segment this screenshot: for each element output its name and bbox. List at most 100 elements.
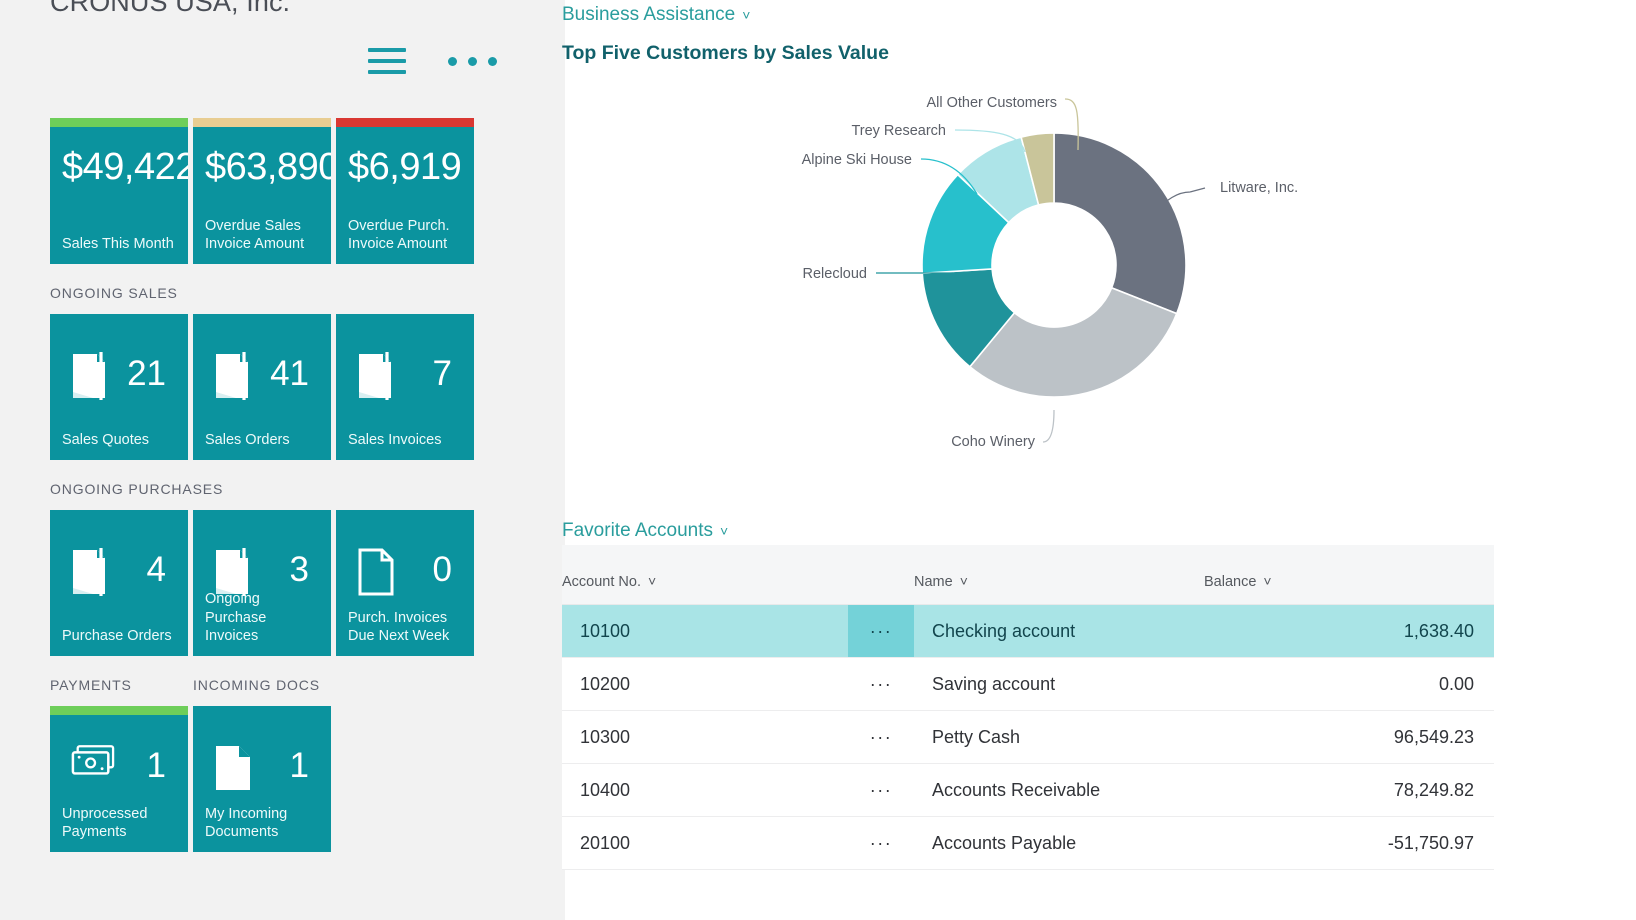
tile-accent-bar [50,706,188,715]
business-assistance-label: Business Assistance [562,4,736,25]
tile-label: Ongoing Purchase Invoices [205,591,267,645]
tile-label: Sales Invoices [348,432,442,449]
column-label: Name [914,574,953,590]
banknote-icon [71,744,115,792]
row-actions-icon[interactable]: ··· [848,657,914,711]
chevron-down-icon: ˅ [959,573,968,589]
tile-count: 3 [289,550,309,589]
tile-count: 0 [432,550,452,589]
tile-label: Purchase Orders [62,628,172,645]
cell-balance: -51,750.97 [1204,816,1494,870]
ongoing-sales-tile-0[interactable]: 21 Sales Quotes [50,314,188,460]
tile-label: Sales Orders [205,432,290,449]
cell-account-no: 10200 [562,657,848,711]
cell-account-no: 10100 [562,604,848,658]
payments-tiles: 1 Unprocessed Payments 1 My Incoming Document… [50,706,331,852]
column-header-account-no[interactable]: Account No. ˅ [562,545,848,605]
tile-accent-bar [336,118,474,127]
panel-actions [368,48,497,74]
business-assistance-dropdown[interactable]: Business Assistance ˅ [562,4,750,26]
tile-amount: $63,890 [205,146,331,188]
cell-balance: 78,249.82 [1204,763,1494,817]
cell-account-no: 10400 [562,763,848,817]
hamburger-menu-icon[interactable] [368,48,406,74]
document-page-icon [214,744,254,792]
kpi-tile-1[interactable]: $63,890 Overdue Sales Invoice Amount [193,118,331,264]
leader-line-1 [1042,409,1055,443]
ongoing-purchases-tile-1[interactable]: 3 Ongoing Purchase Invoices [193,510,331,656]
document-folded-icon [71,548,111,596]
table-row[interactable]: 20100 ··· Accounts Payable -51,750.97 [562,816,1494,870]
cell-name: Accounts Payable [914,816,1204,870]
tile-accent-bar [193,118,331,127]
more-options-icon[interactable] [448,56,497,66]
document-folded-icon [214,352,254,400]
tile-label: Sales This Month [62,236,174,253]
favorite-accounts-table: Account No. ˅ Name ˅ Balance ˅ 10100 ··· Chec… [562,545,1494,870]
payments-tile-0[interactable]: 1 Unprocessed Payments [50,706,188,852]
ongoing-purchases-tile-0[interactable]: 4 Purchase Orders [50,510,188,656]
section-heading-incoming-docs: INCOMING DOCS [193,677,320,693]
tile-count: 7 [432,354,452,393]
table-row[interactable]: 10100 ··· Checking account 1,638.40 [562,604,1494,658]
document-folded-icon [357,352,397,400]
donut-label-3: Alpine Ski House [802,152,912,168]
favorite-accounts-dropdown[interactable]: Favorite Accounts ˅ [562,520,728,542]
cell-name: Checking account [914,604,1204,658]
cell-account-no: 20100 [562,816,848,870]
chevron-down-icon: ˅ [1263,573,1272,589]
main-content: Business Assistance ˅ Top Five Customers … [562,0,1636,920]
chart-title: Top Five Customers by Sales Value [562,42,889,64]
table-row[interactable]: 10200 ··· Saving account 0.00 [562,657,1494,711]
column-header-actions [848,545,914,605]
donut-slice-0[interactable] [1053,132,1187,315]
ongoing-purchases-tile-2[interactable]: 0 Purch. Invoices Due Next Week [336,510,474,656]
favorite-accounts-label: Favorite Accounts [562,520,714,541]
tile-label: Overdue Purch. Invoice Amount [348,217,450,253]
tile-count: 4 [146,550,166,589]
tile-count: 21 [127,354,166,393]
kpi-tile-row: $49,422 Sales This Month $63,890 Overdue Sa… [50,118,474,264]
kpi-tile-0[interactable]: $49,422 Sales This Month [50,118,188,264]
donut-label-5: All Other Customers [926,95,1057,111]
table-row[interactable]: 10400 ··· Accounts Receivable 78,249.82 [562,763,1494,817]
section-heading-ongoing-purchases: ONGOING PURCHASES [50,481,224,497]
document-outline-icon [357,548,397,596]
ongoing-sales-tile-1[interactable]: 41 Sales Orders [193,314,331,460]
row-actions-icon[interactable]: ··· [848,710,914,764]
tile-count: 1 [289,746,309,785]
cell-name: Accounts Receivable [914,763,1204,817]
column-header-balance[interactable]: Balance ˅ [1204,545,1494,605]
document-folded-icon [214,548,254,596]
section-heading-payments: PAYMENTS [50,677,132,693]
column-header-name[interactable]: Name ˅ [914,545,1204,605]
tile-count: 1 [146,746,166,785]
payments-tile-1[interactable]: 1 My Incoming Documents [193,706,331,852]
section-heading-ongoing-sales: ONGOING SALES [50,285,178,301]
kpi-tile-2[interactable]: $6,919 Overdue Purch. Invoice Amount [336,118,474,264]
cell-balance: 96,549.23 [1204,710,1494,764]
cell-balance: 1,638.40 [1204,604,1494,658]
row-actions-icon[interactable]: ··· [848,816,914,870]
table-row[interactable]: 10300 ··· Petty Cash 96,549.23 [562,710,1494,764]
tile-count: 41 [270,354,309,393]
donut-label-0: Litware, Inc. [1220,180,1298,196]
column-label: Balance [1204,574,1257,590]
cell-balance: 0.00 [1204,657,1494,711]
tile-label: Sales Quotes [62,432,150,449]
chevron-down-icon: ˅ [648,573,657,589]
row-actions-icon[interactable]: ··· [848,763,914,817]
table-body: 10100 ··· Checking account 1,638.40 10200 ···… [562,604,1494,870]
tile-label: Overdue Sales Invoice Amount [205,217,305,253]
tile-label: My Incoming Documents [205,805,288,841]
favorite-accounts-table-wrap: Account No. ˅ Name ˅ Balance ˅ 10100 ··· Chec… [562,545,1494,870]
row-actions-icon[interactable]: ··· [848,604,914,658]
top-customers-donut-chart[interactable]: Litware, Inc. Coho Winery Relecloud Alpine … [565,70,1636,490]
cell-name: Petty Cash [914,710,1204,764]
tile-label: Unprocessed Payments [62,805,148,841]
donut-label-4: Trey Research [851,123,946,139]
activity-panel: CRONUS USA, Inc. $49,422 Sales This Month… [0,0,565,920]
tile-label: Purch. Invoices Due Next Week [348,609,450,645]
donut-label-1: Coho Winery [951,434,1036,450]
ongoing-sales-tile-2[interactable]: 7 Sales Invoices [336,314,474,460]
